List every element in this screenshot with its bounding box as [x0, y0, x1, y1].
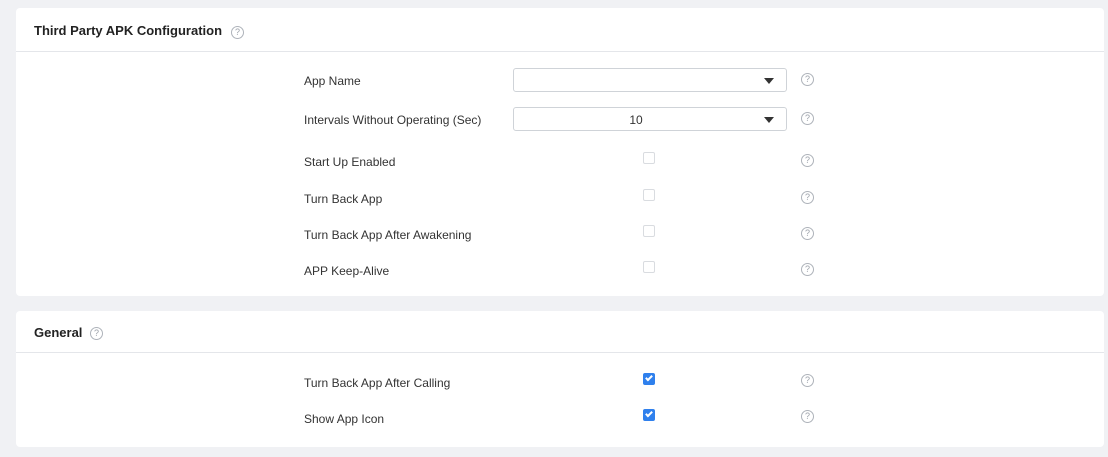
question-circle-icon[interactable]: ?: [801, 410, 814, 423]
panel-header: Third Party APK Configuration ?: [16, 8, 1104, 52]
section-title: Third Party APK Configuration: [34, 23, 223, 38]
question-circle-icon[interactable]: ?: [801, 112, 814, 125]
app-name-label: App Name: [304, 74, 361, 88]
show-app-icon-row: Show App Icon ?: [16, 404, 1104, 434]
question-circle-icon[interactable]: ?: [231, 26, 244, 39]
section-title: General: [34, 325, 83, 340]
app-name-row: App Name ?: [16, 68, 1104, 98]
show-app-icon-label: Show App Icon: [304, 412, 385, 426]
checkmark-icon: [645, 409, 653, 418]
checkmark-icon: [645, 373, 653, 382]
panel-header: General ?: [16, 311, 1104, 353]
caret-down-icon: [764, 78, 774, 84]
question-circle-icon[interactable]: ?: [90, 327, 103, 340]
turn-back-app-after-awakening-checkbox[interactable]: [643, 225, 655, 237]
app-name-select[interactable]: [513, 68, 787, 92]
app-keep-alive-row: APP Keep-Alive ?: [16, 256, 1104, 286]
question-circle-icon[interactable]: ?: [801, 374, 814, 387]
turn-back-app-row: Turn Back App ?: [16, 184, 1104, 214]
question-circle-icon[interactable]: ?: [801, 154, 814, 167]
show-app-icon-checkbox[interactable]: [643, 409, 655, 421]
question-circle-icon[interactable]: ?: [801, 263, 814, 276]
start-up-enabled-row: Start Up Enabled ?: [16, 147, 1104, 177]
app-keep-alive-checkbox[interactable]: [643, 261, 655, 273]
app-keep-alive-label: APP Keep-Alive: [304, 264, 390, 278]
question-circle-icon[interactable]: ?: [801, 227, 814, 240]
question-circle-icon[interactable]: ?: [801, 73, 814, 86]
turn-back-app-checkbox[interactable]: [643, 189, 655, 201]
turn-back-app-after-calling-checkbox[interactable]: [643, 373, 655, 385]
turn-back-app-after-awakening-label: Turn Back App After Awakening: [304, 228, 472, 242]
turn-back-app-after-awakening-row: Turn Back App After Awakening ?: [16, 220, 1104, 250]
question-circle-icon[interactable]: ?: [801, 191, 814, 204]
select-value: 10: [629, 113, 643, 127]
turn-back-app-after-calling-label: Turn Back App After Calling: [304, 376, 451, 390]
general-panel: General ? Turn Back App After Calling ? …: [16, 311, 1104, 447]
intervals-select[interactable]: 10: [513, 107, 787, 131]
start-up-enabled-checkbox[interactable]: [643, 152, 655, 164]
third-party-apk-panel: Third Party APK Configuration ? App Name…: [16, 8, 1104, 296]
intervals-row: Intervals Without Operating (Sec) 10 ?: [16, 107, 1104, 137]
start-up-enabled-label: Start Up Enabled: [304, 155, 396, 169]
intervals-label: Intervals Without Operating (Sec): [304, 113, 482, 127]
turn-back-app-after-calling-row: Turn Back App After Calling ?: [16, 368, 1104, 398]
turn-back-app-label: Turn Back App: [304, 192, 383, 206]
caret-down-icon: [764, 117, 774, 123]
